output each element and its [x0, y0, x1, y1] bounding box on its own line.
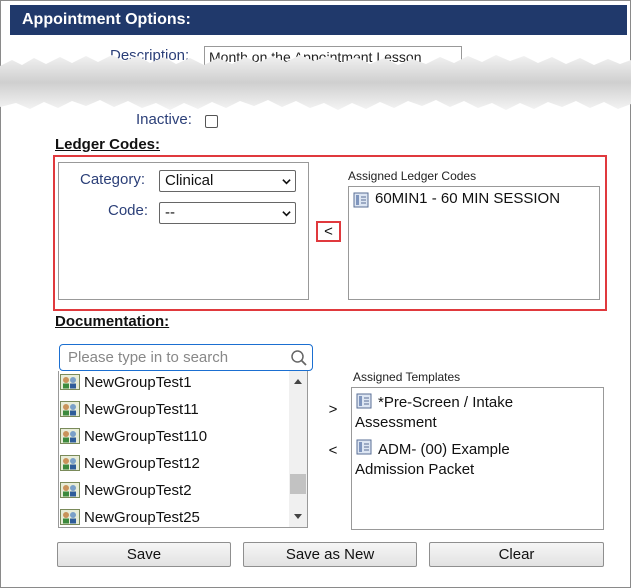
template-search-input[interactable]: Please type in to search: [59, 344, 313, 371]
assigned-template-line1[interactable]: ADM- (00) Example: [378, 441, 510, 458]
chevron-down-icon: [282, 211, 291, 217]
save-button[interactable]: Save: [57, 542, 231, 567]
template-name: NewGroupTest110: [84, 428, 208, 445]
template-name: NewGroupTest11: [84, 401, 199, 418]
group-icon: [60, 428, 80, 444]
inactive-checkbox[interactable]: [205, 115, 218, 128]
search-icon: [291, 350, 307, 366]
group-icon: [60, 509, 80, 525]
document-icon: [356, 439, 372, 455]
section-title: Appointment Options:: [10, 5, 627, 35]
group-icon: [60, 482, 80, 498]
scroll-up-icon[interactable]: [293, 377, 303, 385]
search-placeholder: Please type in to search: [68, 349, 229, 366]
inactive-label: Inactive:: [136, 111, 192, 128]
save-as-new-button[interactable]: Save as New: [243, 542, 417, 567]
add-template-button[interactable]: >: [326, 401, 340, 419]
group-icon: [60, 374, 80, 390]
remove-ledger-code-button[interactable]: <: [316, 221, 341, 242]
assigned-template-line1[interactable]: *Pre-Screen / Intake: [378, 394, 513, 411]
assigned-template-line2[interactable]: Assessment: [355, 414, 437, 431]
template-name: NewGroupTest1: [84, 374, 192, 391]
code-select-value: --: [165, 204, 175, 221]
document-icon: [353, 192, 369, 208]
group-icon: [60, 455, 80, 471]
clear-button[interactable]: Clear: [429, 542, 604, 567]
template-name: NewGroupTest12: [84, 455, 200, 472]
ledger-codes-heading: Ledger Codes:: [55, 136, 161, 153]
scroll-down-icon[interactable]: [293, 513, 303, 521]
assigned-ledger-codes-caption: Assigned Ledger Codes: [348, 169, 477, 183]
template-name: NewGroupTest2: [84, 482, 192, 499]
documentation-heading: Documentation:: [55, 313, 170, 330]
scrollbar-thumb[interactable]: [290, 474, 306, 494]
code-label: Code:: [108, 202, 149, 219]
code-select[interactable]: --: [159, 202, 296, 224]
torn-edge-overlay: [0, 55, 631, 110]
template-list-scrollbar[interactable]: [289, 371, 307, 527]
chevron-down-icon: [282, 179, 291, 185]
assigned-template-line2[interactable]: Admission Packet: [355, 461, 474, 478]
remove-template-button[interactable]: <: [326, 442, 340, 460]
category-label: Category:: [80, 171, 146, 188]
assigned-ledger-code-item[interactable]: 60MIN1 - 60 MIN SESSION: [375, 190, 560, 207]
template-name: NewGroupTest25: [84, 509, 200, 526]
assigned-templates-caption: Assigned Templates: [353, 370, 461, 384]
group-icon: [60, 401, 80, 417]
document-icon: [356, 393, 372, 409]
category-select[interactable]: Clinical: [159, 170, 296, 192]
category-select-value: Clinical: [165, 172, 214, 189]
template-list[interactable]: [58, 371, 308, 528]
